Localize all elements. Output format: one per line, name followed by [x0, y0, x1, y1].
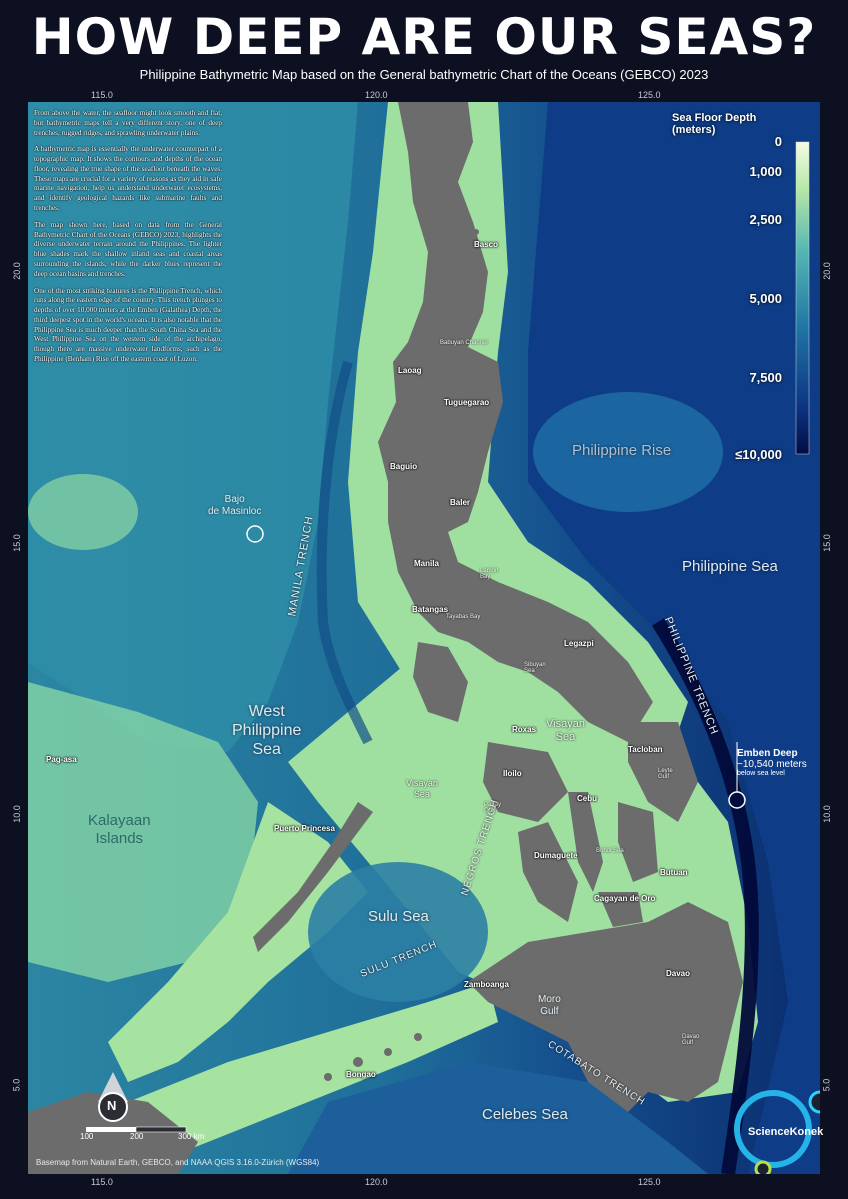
city-label-butuan: Butuan — [660, 868, 688, 877]
label-sibuyan-sea: Sibuyan Sea — [524, 662, 546, 674]
label-babuyan-channel: Babuyan Channel — [440, 340, 488, 346]
northwest-bank — [28, 474, 138, 550]
basemap-credit: Basemap from Natural Earth, GEBCO, and N… — [36, 1158, 320, 1167]
label-lamon-bay: Lamon Bay — [480, 568, 499, 580]
intro-paragraph: One of the most striking features is the… — [34, 286, 222, 363]
lon-tick-top: 115.0 — [91, 90, 113, 100]
label-bohol-sea: Bohol Sea — [596, 848, 624, 854]
lon-tick-bottom: 120.0 — [365, 1177, 388, 1187]
city-label-roxas: Roxas — [512, 725, 537, 734]
label-visayan-sea-west: Visayan Sea — [406, 778, 438, 799]
city-label-tacloban: Tacloban — [628, 745, 663, 754]
label-moro-gulf: Moro Gulf — [538, 994, 561, 1017]
lat-tick-right: 10.0 — [821, 805, 832, 823]
emben-deep-callout: Emben Deep ~10,540 meters below sea leve… — [737, 748, 807, 777]
depth-colorbar — [795, 141, 810, 455]
label-philippine-sea: Philippine Sea — [682, 558, 778, 575]
lat-tick-left: 5.0 — [11, 1078, 22, 1092]
city-label-cebu: Cebu — [577, 794, 597, 803]
city-label-tuguegarao: Tuguegarao — [444, 398, 490, 407]
label-kalayaan-islands: Kalayaan Islands — [88, 812, 151, 847]
lon-tick-bottom: 115.0 — [91, 1177, 113, 1187]
city-label-batangas: Batangas — [412, 605, 449, 614]
lat-tick-right: 20.0 — [821, 262, 832, 280]
scale-label-300: 300 km — [178, 1132, 205, 1141]
label-bajo-de-masinloc: Bajo de Masinloc — [208, 494, 262, 517]
city-label-puerto-princesa: Puerto Princesa — [274, 824, 335, 833]
logo-dot — [808, 1090, 820, 1114]
lat-tick-left: 10.0 — [11, 805, 22, 823]
intro-text: From above the water, the seafloor might… — [34, 109, 222, 372]
intro-paragraph: From above the water, the seafloor might… — [34, 109, 222, 137]
lat-tick-left: 20.0 — [11, 262, 22, 280]
legend-tick: 2,500 — [749, 212, 782, 227]
label-celebes-sea: Celebes Sea — [482, 1106, 568, 1123]
city-label-baler: Baler — [450, 498, 471, 507]
city-label-legazpi: Legazpi — [564, 639, 594, 648]
scale-label-200: 200 — [130, 1132, 144, 1141]
city-label-bongao: Bongao — [346, 1070, 376, 1079]
city-label-cagayan: Cagayan de Oro — [594, 894, 656, 903]
page-title: HOW DEEP ARE OUR SEAS? — [31, 8, 817, 66]
lat-tick-left: 15.0 — [11, 534, 22, 552]
legend-tick: 1,000 — [749, 164, 782, 179]
emben-note: below sea level — [737, 770, 785, 777]
city-label-iloilo: Iloilo — [503, 769, 522, 778]
legend-tick: 7,500 — [749, 370, 782, 385]
city-label-davao: Davao — [666, 969, 691, 978]
lon-tick-top: 120.0 — [365, 90, 388, 100]
legend-tick: ≤10,000 — [735, 447, 782, 462]
legend-tick: 5,000 — [749, 291, 782, 306]
brand-logo-text: ScienceKonek — [748, 1126, 824, 1138]
city-label-manila: Manila — [414, 559, 439, 568]
lat-tick-right: 5.0 — [821, 1078, 832, 1092]
legend-tick: 0 — [774, 134, 782, 149]
lon-tick-bottom: 125.0 — [638, 1177, 661, 1187]
intro-paragraph: The map shown here, based on data from t… — [34, 220, 222, 278]
lon-tick-top: 125.0 — [638, 90, 661, 100]
bathymetric-map: From above the water, the seafloor might… — [28, 102, 820, 1174]
logo-dot-2 — [754, 1160, 772, 1174]
legend-title: Sea Floor Depth (meters) — [672, 112, 757, 136]
label-davao-gulf: Davao Gulf — [682, 1034, 700, 1046]
city-label-zamboanga: Zamboanga — [464, 980, 509, 989]
label-leyte-gulf: Leyte Gulf — [658, 768, 673, 780]
label-philippine-rise: Philippine Rise — [572, 442, 672, 459]
label-visayan-sea-central: Visayan Sea — [546, 718, 585, 744]
label-tayabas-bay: Tayabas Bay — [446, 614, 481, 620]
lat-tick-right: 15.0 — [821, 534, 832, 552]
intro-paragraph: A bathymetric map is essentially the und… — [34, 145, 222, 213]
city-label-baguio: Baguio — [390, 462, 418, 471]
label-sulu-sea: Sulu Sea — [368, 908, 429, 925]
sulu-basin — [308, 862, 488, 1002]
emben-name: Emben Deep — [737, 748, 798, 759]
city-label-dumaguete: Dumaguete — [534, 851, 578, 860]
city-label-laoag: Laoag — [398, 366, 422, 375]
city-label-pagasa: Pag-asa — [46, 755, 77, 764]
city-label-basco: Basco — [474, 240, 499, 249]
label-west-philippine-sea: West Philippine Sea — [232, 703, 302, 759]
page-subtitle: Philippine Bathymetric Map based on the … — [139, 67, 709, 82]
emben-depth: ~10,540 meters — [737, 759, 807, 770]
north-label: N — [107, 1098, 117, 1113]
scale-label-100: 100 — [80, 1132, 94, 1141]
